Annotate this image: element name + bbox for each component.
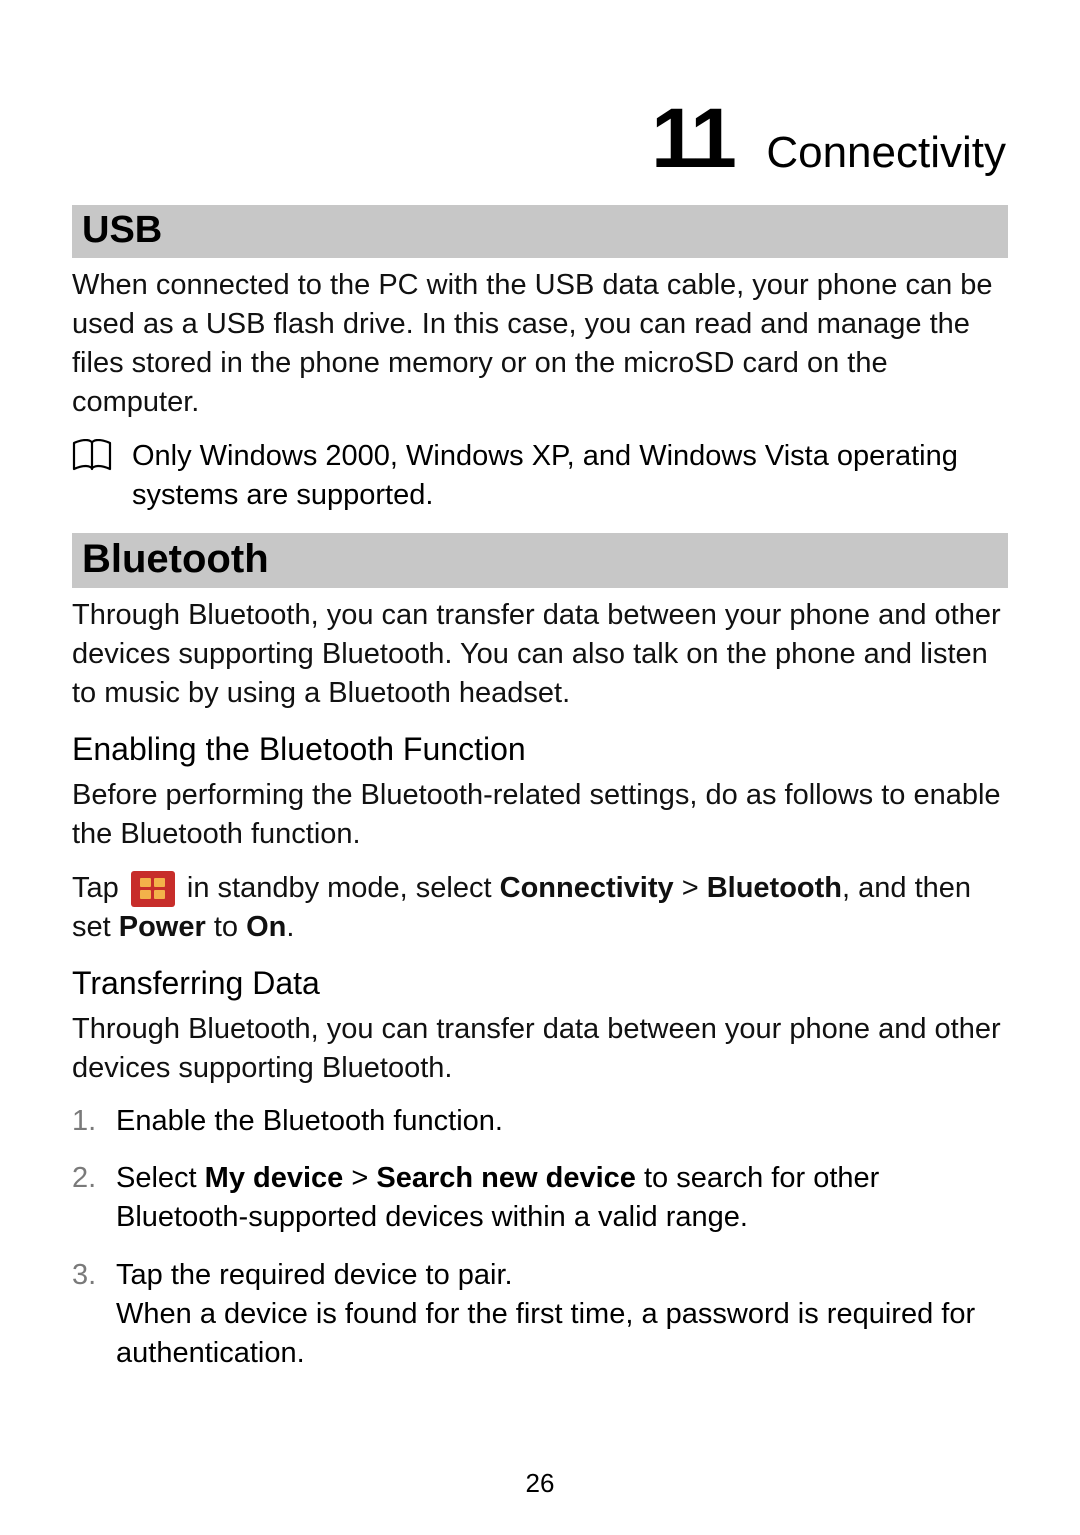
- path-bluetooth: Bluetooth: [707, 872, 842, 904]
- section-heading-usb: USB: [72, 205, 1008, 258]
- period: .: [286, 911, 294, 943]
- bluetooth-body: Through Bluetooth, you can transfer data…: [72, 596, 1008, 713]
- step-2-search: Search new device: [376, 1162, 636, 1194]
- tap-prefix: Tap: [72, 872, 127, 904]
- step-3: Tap the required device to pair. When a …: [72, 1256, 1008, 1373]
- enable-tap-instruction: Tap in standby mode, select Connectivity…: [72, 869, 1008, 947]
- transfer-body: Through Bluetooth, you can transfer data…: [72, 1010, 1008, 1088]
- step-2: Select My device > Search new device to …: [72, 1159, 1008, 1237]
- book-icon: [72, 439, 116, 476]
- tap-to: to: [206, 911, 246, 943]
- step-2-mydevice: My device: [205, 1162, 344, 1194]
- enable-body: Before performing the Bluetooth-related …: [72, 776, 1008, 854]
- usb-body: When connected to the PC with the USB da…: [72, 266, 1008, 423]
- step-1-text: Enable the Bluetooth function.: [116, 1105, 503, 1137]
- page-number: 26: [0, 1468, 1080, 1499]
- transfer-steps: Enable the Bluetooth function. Select My…: [72, 1102, 1008, 1373]
- document-page: 11 Connectivity USB When connected to th…: [0, 0, 1080, 1535]
- step-1: Enable the Bluetooth function.: [72, 1102, 1008, 1141]
- step-2-prefix: Select: [116, 1162, 205, 1194]
- usb-note-text: Only Windows 2000, Windows XP, and Windo…: [132, 437, 1008, 515]
- note-row: Only Windows 2000, Windows XP, and Windo…: [72, 437, 1008, 515]
- chapter-number: 11: [651, 90, 734, 187]
- chapter-title: Connectivity: [766, 128, 1006, 178]
- apps-grid-icon: [131, 871, 175, 907]
- step-3-line1: Tap the required device to pair.: [116, 1259, 513, 1291]
- section-heading-bluetooth: Bluetooth: [72, 533, 1008, 588]
- gt-1: >: [674, 872, 707, 904]
- step-3-line2: When a device is found for the first tim…: [116, 1298, 975, 1369]
- tap-middle: in standby mode, select: [179, 872, 500, 904]
- power-label: Power: [119, 911, 206, 943]
- step-2-gt: >: [343, 1162, 376, 1194]
- chapter-header: 11 Connectivity: [72, 90, 1008, 187]
- path-connectivity: Connectivity: [500, 872, 674, 904]
- on-label: On: [246, 911, 286, 943]
- subsection-transfer-heading: Transferring Data: [72, 965, 1008, 1002]
- subsection-enable-heading: Enabling the Bluetooth Function: [72, 731, 1008, 768]
